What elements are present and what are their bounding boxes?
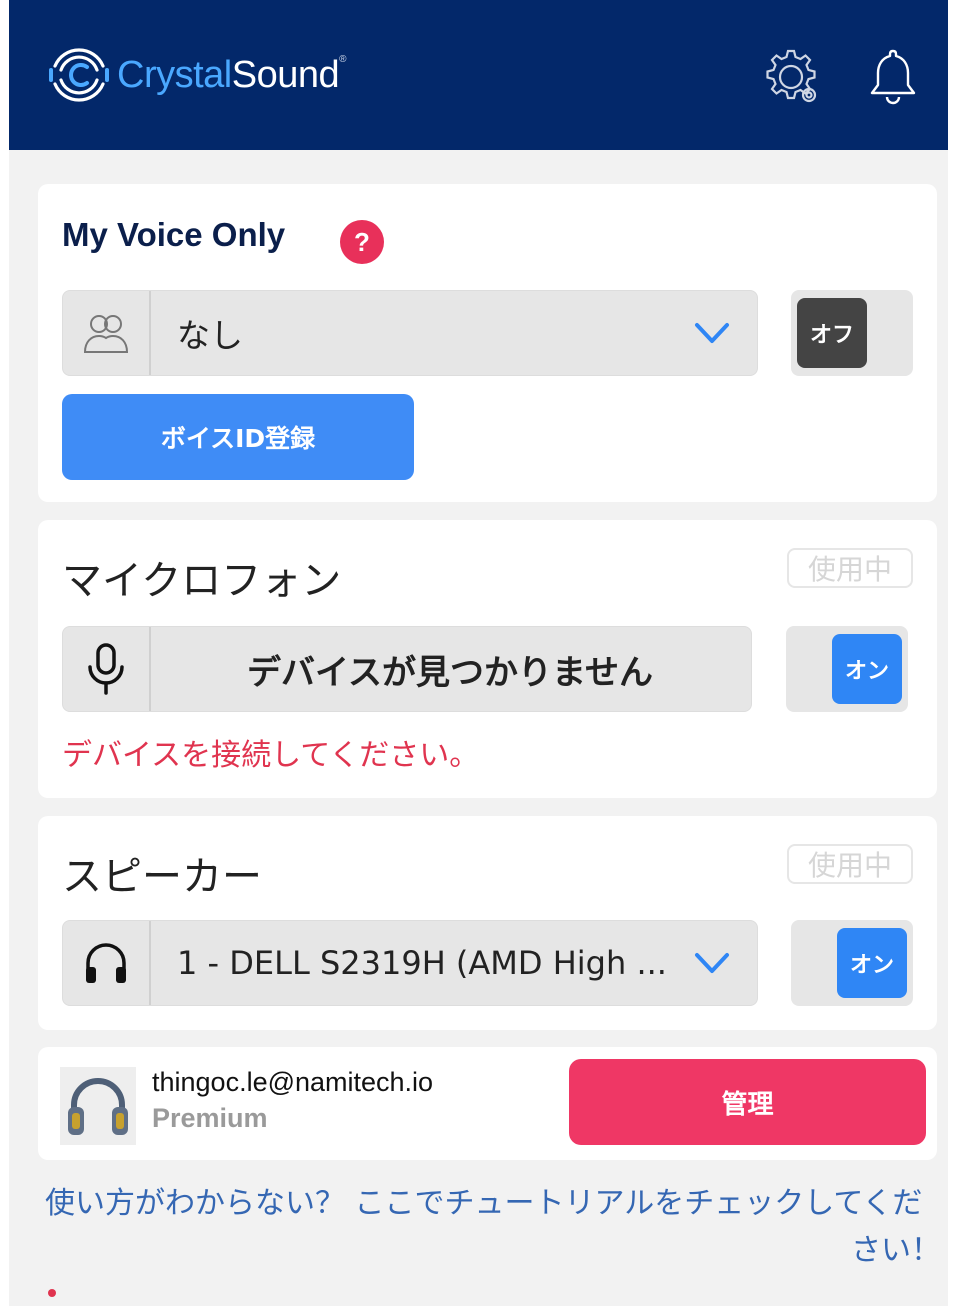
my-voice-only-title: My Voice Only <box>62 216 286 253</box>
register-voice-id-button[interactable]: ボイスID登録 <box>62 394 414 480</box>
speaker-device-select[interactable]: 1 - DELL S2319H (AMD High ... <box>62 920 758 1006</box>
headphones-icon <box>86 943 126 983</box>
selected-voice-value: なし <box>177 316 243 355</box>
speaker-device-name: 1 - DELL S2319H (AMD High ... <box>177 944 667 982</box>
microphone-toggle[interactable]: オン <box>786 626 908 712</box>
people-group-icon <box>83 315 129 353</box>
my-voice-only-card: My Voice Only ? なし オフ ボイスID登録 <box>38 184 937 502</box>
app-header: CrystalSound® <box>9 0 948 150</box>
manage-button[interactable]: 管理 <box>569 1059 926 1145</box>
notification-bell-icon[interactable] <box>861 45 925 109</box>
status-badge: 使用中 <box>787 548 913 588</box>
headphones-avatar-icon <box>68 1078 128 1135</box>
crystalsound-logo: CrystalSound® <box>45 40 346 110</box>
help-icon[interactable]: ? <box>340 220 384 264</box>
settings-gear-icon[interactable] <box>761 45 825 109</box>
voice-only-toggle-knob: オフ <box>797 298 867 368</box>
speaker-icon-box <box>63 921 151 1005</box>
tutorial-link[interactable]: 使い方がわからない？ ここでチュートリアルをチェックしてくだ さい！ <box>45 1180 941 1274</box>
status-dot <box>48 1289 56 1297</box>
brand-name: CrystalSound® <box>117 53 346 96</box>
microphone-toggle-knob: オン <box>832 634 902 704</box>
microphone-icon <box>88 643 124 695</box>
voice-profile-select[interactable]: なし <box>62 290 758 376</box>
tutorial-link-line1[interactable]: 使い方がわからない？ ここでチュートリアルをチェックしてくだ <box>45 1180 941 1227</box>
speaker-toggle-knob: オン <box>837 928 907 998</box>
status-badge: 使用中 <box>787 844 913 884</box>
speaker-title: スピーカー <box>62 854 262 900</box>
crystalsound-logo-icon <box>49 48 109 102</box>
microphone-device-field: デバイスが見つかりません <box>62 626 752 712</box>
chevron-down-icon[interactable] <box>693 319 731 347</box>
voice-profile-icon-box <box>63 291 151 375</box>
microphone-card: マイクロフォン 使用中 デバイスが見つかりません オン デバイスを接続してくださ… <box>38 520 937 798</box>
microphone-title: マイクロフォン <box>62 558 342 604</box>
chevron-down-icon[interactable] <box>693 949 731 977</box>
device-error-message: デバイスを接続してください。 <box>62 738 480 773</box>
microphone-icon-box <box>63 627 151 711</box>
account-card: thingoc.le@namitech.io Premium 管理 <box>38 1047 937 1160</box>
speaker-toggle[interactable]: オン <box>791 920 913 1006</box>
app-window: CrystalSound® My Voice Only ? なし オフ ボイスI… <box>9 0 948 1306</box>
user-email: thingoc.le@namitech.io <box>152 1067 434 1097</box>
avatar <box>60 1067 136 1145</box>
microphone-device-name: デバイスが見つかりません <box>247 652 653 693</box>
tutorial-link-line2[interactable]: さい！ <box>851 1233 941 1268</box>
voice-only-toggle[interactable]: オフ <box>791 290 913 376</box>
plan-label: Premium <box>152 1103 268 1133</box>
speaker-card: スピーカー 使用中 1 - DELL S2319H (AMD High ... … <box>38 816 937 1030</box>
